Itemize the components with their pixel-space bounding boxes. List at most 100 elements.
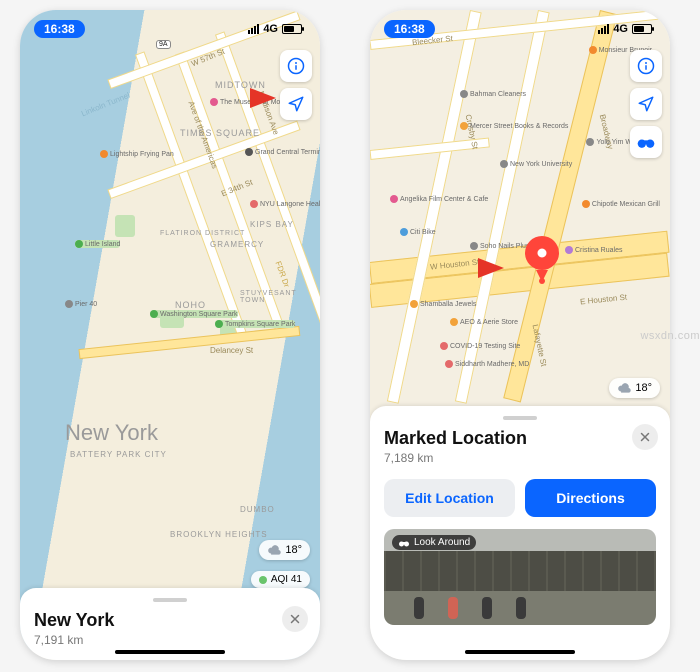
poi-park[interactable]: Washington Square Park [150,310,238,318]
lookaround-image [384,551,656,591]
poi-label: Little Island [85,241,120,248]
status-bar: 16:38 4G [370,16,670,42]
phone-left: 16:38 4G W 57th St Ave of the Americas M… [20,10,320,660]
poi-label: Siddharth Madhere, MD [455,361,529,368]
poi-label: Grand Central Terminal [255,149,320,156]
poi-park[interactable]: Little Island [75,240,120,248]
annotation-arrow [478,258,504,278]
sheet-grabber[interactable] [503,416,537,420]
cloud-icon [267,543,281,557]
locate-button[interactable] [280,88,312,120]
status-right: 4G [248,23,302,35]
pin-icon [525,236,559,270]
street-label: Delancey St [210,346,253,355]
poi-venue[interactable]: Citi Bike [400,228,436,236]
info-icon [287,57,305,75]
map-controls [630,50,662,158]
info-button[interactable] [630,50,662,82]
weather-value: 18° [635,382,652,394]
sheet-grabber[interactable] [153,598,187,602]
poi-label: Angelika Film Center & Cafe [400,196,488,203]
poi-venue[interactable]: Siddharth Madhere, MD [445,360,529,368]
sheet-distance: 7,189 km [384,451,656,465]
tunnel-label: Linkoln Tunnel [80,91,131,119]
home-indicator[interactable] [465,650,575,654]
action-row: Edit Location Directions [384,479,656,517]
poi-label: Shamballa Jewels [420,301,476,308]
status-network: 4G [263,23,278,35]
poi-venue[interactable]: Soho Nails Plus [470,242,529,250]
close-button[interactable] [632,424,658,450]
poi-pier[interactable]: Pier 40 [65,300,97,308]
area-label: TIMES SQUARE [180,128,260,138]
poi-venue[interactable]: AEO & Aerie Store [450,318,518,326]
status-time: 16:38 [34,20,85,38]
close-icon [639,431,651,443]
lookaround-people [414,597,526,619]
poi-hospital[interactable]: NYU Langone Health [250,200,320,208]
map-controls [280,50,312,120]
area-label: KIPS BAY [250,220,294,229]
poi-label: Chipotle Mexican Grill [592,201,660,208]
city-label: New York [65,420,158,446]
locate-button[interactable] [630,88,662,120]
poi-label: NYU Langone Health [260,201,320,208]
close-button[interactable] [282,606,308,632]
poi-label: Tompkins Square Park [225,321,295,328]
battery-icon [282,24,302,34]
poi-label: Washington Square Park [160,311,238,318]
area-label: BATTERY PARK CITY [70,450,167,459]
poi-label: Cristina Ruales [575,247,622,254]
poi-label: Soho Nails Plus [480,243,529,250]
info-icon [637,57,655,75]
poi-label: COVID-19 Testing Site [450,343,520,350]
status-time: 16:38 [384,20,435,38]
close-icon [289,613,301,625]
poi-venue[interactable]: Angelika Film Center & Cafe [390,195,488,203]
sheet-title: Marked Location [384,428,656,449]
location-arrow-icon [637,95,655,113]
poi-label: Lightship Frying Pan [110,151,174,158]
poi-venue[interactable]: Lightship Frying Pan [100,150,174,158]
look-around-label: Look Around [392,535,476,550]
look-around-card[interactable]: Look Around [384,529,656,625]
place-sheet[interactable]: Marked Location 7,189 km Edit Location D… [370,406,670,660]
watermark: wsxdn.com [640,330,700,342]
poi-label: New York University [510,161,572,168]
poi-venue[interactable]: Chipotle Mexican Grill [582,200,660,208]
info-button[interactable] [280,50,312,82]
park [115,215,135,237]
poi-venue[interactable]: COVID-19 Testing Site [440,342,520,350]
home-indicator[interactable] [115,650,225,654]
aqi-value: AQI 41 [271,574,302,585]
poi-station[interactable]: Grand Central Terminal [245,148,320,156]
binoculars-icon [636,135,656,149]
sheet-distance: 7,191 km [34,633,306,647]
cloud-icon [617,381,631,395]
poi-venue[interactable]: Bahman Cleaners [460,90,526,98]
area-label: FLATIRON DISTRICT [160,230,245,237]
poi-park[interactable]: Tompkins Square Park [215,320,295,328]
binoculars-icon [398,538,410,548]
pin-shadow-icon [539,278,545,284]
dropped-pin[interactable] [525,236,559,278]
status-right: 4G [598,23,652,35]
poi-venue[interactable]: Cristina Ruales [565,246,622,254]
aqi-dot-icon [259,576,267,584]
aqi-chip[interactable]: AQI 41 [251,571,310,588]
poi-label: AEO & Aerie Store [460,319,518,326]
sheet-title: New York [34,610,306,631]
poi-venue[interactable]: New York University [500,160,572,168]
edit-location-button[interactable]: Edit Location [384,479,515,517]
weather-chip[interactable]: 18° [609,378,660,398]
poi-venue[interactable]: Shamballa Jewels [410,300,476,308]
lookaround-button[interactable] [630,126,662,158]
poi-label: Pier 40 [75,301,97,308]
weather-chip[interactable]: 18° [259,540,310,560]
poi-venue[interactable]: Mercer Street Books & Records [460,122,568,130]
area-label: STUYVESANT TOWN [240,290,320,304]
phone-right: 16:38 4G Bleecker St Broadway Crosby St … [370,10,670,660]
street-label: E Houston St [580,293,628,307]
weather-value: 18° [285,544,302,556]
directions-button[interactable]: Directions [525,479,656,517]
